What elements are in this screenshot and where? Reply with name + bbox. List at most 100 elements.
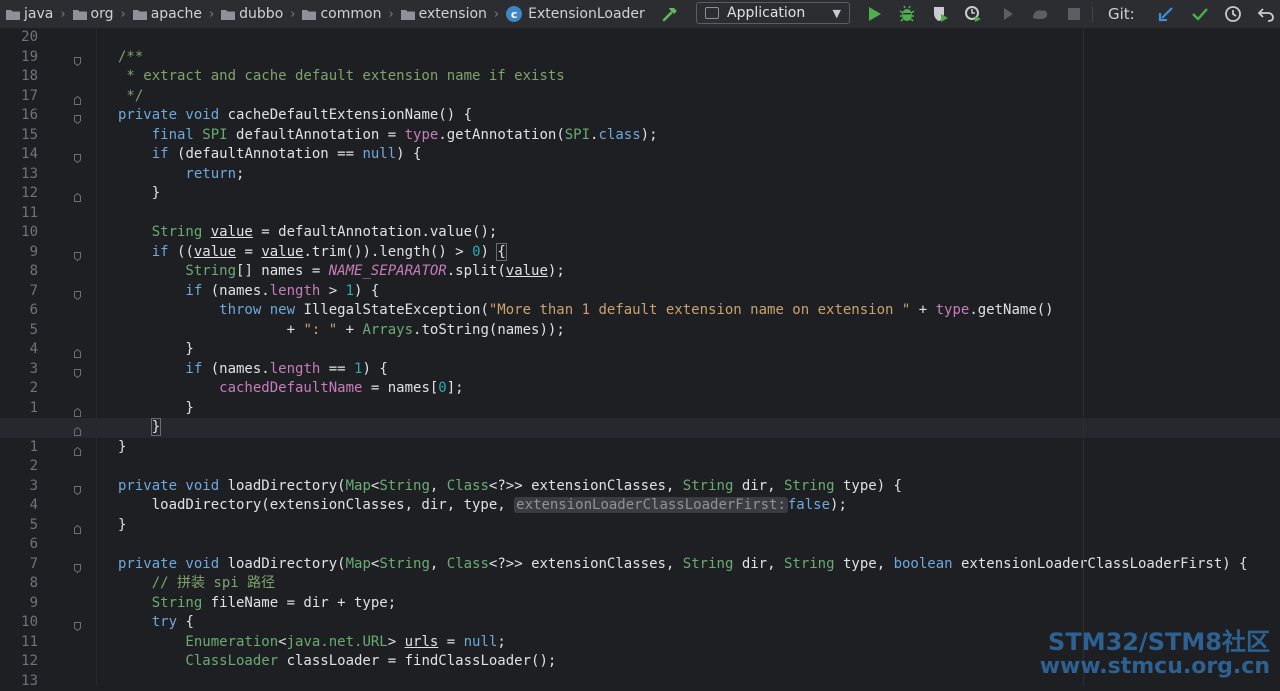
chevron-right-icon: › (388, 7, 393, 22)
line-number: 7 (0, 282, 38, 302)
current-code-line: } (0, 418, 1280, 438)
code-text: try { (118, 613, 194, 633)
line-number: 5 (0, 321, 38, 341)
code-line: 15 final SPI defaultAnnotation = type.ge… (0, 126, 1280, 146)
fold-marker-icon[interactable] (74, 92, 81, 101)
breadcrumb-item-dubbo[interactable]: dubbo (221, 6, 283, 22)
run-configuration-selector[interactable]: Application ▼ (696, 2, 850, 24)
breadcrumb-item-java[interactable]: java (6, 6, 53, 22)
line-number: 14 (0, 145, 38, 165)
folder-icon (6, 9, 20, 20)
run-icon[interactable] (864, 4, 884, 24)
code-line: 10 String value = defaultAnnotation.valu… (0, 223, 1280, 243)
code-line: 14 if (defaultAnnotation == null) { (0, 145, 1280, 165)
code-line: 7 if (names.length > 1) { (0, 282, 1280, 302)
breadcrumb-label: java (24, 6, 53, 22)
git-update-icon[interactable] (1156, 4, 1176, 24)
code-line: 19/** (0, 48, 1280, 68)
fold-marker-icon[interactable] (74, 287, 81, 296)
code-line: 12 } (0, 184, 1280, 204)
fold-marker-icon[interactable] (74, 345, 81, 354)
line-number: 17 (0, 87, 38, 107)
folder-icon (302, 9, 316, 20)
fold-marker-icon[interactable] (74, 560, 81, 569)
attach-icon[interactable] (998, 4, 1018, 24)
build-hammer-icon[interactable] (660, 4, 680, 24)
coverage-icon[interactable] (930, 4, 950, 24)
breadcrumb-label: ExtensionLoader (528, 6, 645, 22)
code-text: loadDirectory(extensionClasses, dir, typ… (118, 496, 847, 516)
code-text: cachedDefaultName = names[0]; (118, 379, 464, 399)
fold-marker-icon[interactable] (74, 443, 81, 452)
code-text: private void loadDirectory(Map<String, C… (118, 555, 1248, 575)
fold-marker-icon[interactable] (74, 53, 81, 62)
code-line: 1} (0, 438, 1280, 458)
git-commit-icon[interactable] (1190, 4, 1210, 24)
git-history-icon[interactable] (1223, 4, 1243, 24)
code-line: 8 // 拼装 spi 路径 (0, 574, 1280, 594)
fold-marker-icon[interactable] (74, 482, 81, 491)
watermark-line2: www.stmcu.org.cn (1040, 655, 1270, 678)
breadcrumb-item-apache[interactable]: apache (133, 6, 202, 22)
fold-marker-icon[interactable] (74, 404, 81, 413)
code-line: 4 } (0, 340, 1280, 360)
code-line: 6 throw new IllegalStateException("More … (0, 301, 1280, 321)
breadcrumb-item-extension[interactable]: extension (401, 6, 487, 22)
code-line: 18 * extract and cache default extension… (0, 67, 1280, 87)
code-line: 8 String[] names = NAME_SEPARATOR.split(… (0, 262, 1280, 282)
code-text: if (defaultAnnotation == null) { (118, 145, 421, 165)
fold-marker-icon[interactable] (74, 150, 81, 159)
chevron-right-icon: › (290, 7, 295, 22)
run-dashboard-icon[interactable] (1030, 4, 1050, 24)
code-line: 3private void loadDirectory(Map<String, … (0, 477, 1280, 497)
watermark-line1: STM32/STM8社区 (1040, 630, 1270, 655)
chevron-right-icon: › (60, 7, 65, 22)
folder-icon (73, 9, 87, 20)
code-text: if ((value = value.trim()).length() > 0)… (118, 243, 506, 263)
code-text: /** (118, 48, 143, 68)
line-number: 1 (0, 438, 38, 458)
profile-icon[interactable] (963, 4, 983, 24)
line-number: 16 (0, 106, 38, 126)
line-number: 4 (0, 496, 38, 516)
breadcrumb-item-common[interactable]: common (302, 6, 381, 22)
git-label: Git: (1108, 5, 1135, 23)
code-line: 2 cachedDefaultName = names[0]; (0, 379, 1280, 399)
fold-marker-icon[interactable] (74, 521, 81, 530)
line-number: 3 (0, 477, 38, 497)
folder-icon (133, 9, 147, 20)
folder-icon (221, 9, 235, 20)
code-line: 7private void loadDirectory(Map<String, … (0, 555, 1280, 575)
code-line: 1 } (0, 399, 1280, 419)
fold-marker-icon[interactable] (74, 365, 81, 374)
line-number: 6 (0, 301, 38, 321)
code-editor[interactable]: 20 19/** 18 * extract and cache default … (0, 28, 1280, 686)
line-number: 6 (0, 535, 38, 555)
line-number: 13 (0, 165, 38, 185)
line-number: 8 (0, 574, 38, 594)
stop-icon[interactable] (1064, 4, 1084, 24)
code-line: 5} (0, 516, 1280, 536)
fold-marker-icon[interactable] (74, 111, 81, 120)
code-text: ClassLoader classLoader = findClassLoade… (118, 652, 556, 672)
fold-marker-icon[interactable] (74, 618, 81, 627)
fold-marker-icon[interactable] (74, 248, 81, 257)
line-number: 3 (0, 360, 38, 380)
code-line: 17 */ (0, 87, 1280, 107)
breadcrumb-item-extensionloader[interactable]: c ExtensionLoader (506, 6, 645, 22)
line-number: 18 (0, 67, 38, 87)
debug-icon[interactable] (897, 4, 917, 24)
git-rollback-icon[interactable] (1256, 4, 1276, 24)
code-text: } (118, 184, 160, 204)
chevron-right-icon: › (494, 7, 499, 22)
code-text: final SPI defaultAnnotation = type.getAn… (118, 126, 658, 146)
fold-marker-icon[interactable] (74, 423, 81, 432)
breadcrumb-label: org (91, 6, 114, 22)
code-text: if (names.length > 1) { (118, 282, 379, 302)
line-number: 9 (0, 594, 38, 614)
code-text: Enumeration<java.net.URL> urls = null; (118, 633, 506, 653)
code-text: String value = defaultAnnotation.value()… (118, 223, 497, 243)
code-text: + ": " + Arrays.toString(names)); (118, 321, 565, 341)
fold-marker-icon[interactable] (74, 189, 81, 198)
breadcrumb-item-org[interactable]: org (73, 6, 114, 22)
